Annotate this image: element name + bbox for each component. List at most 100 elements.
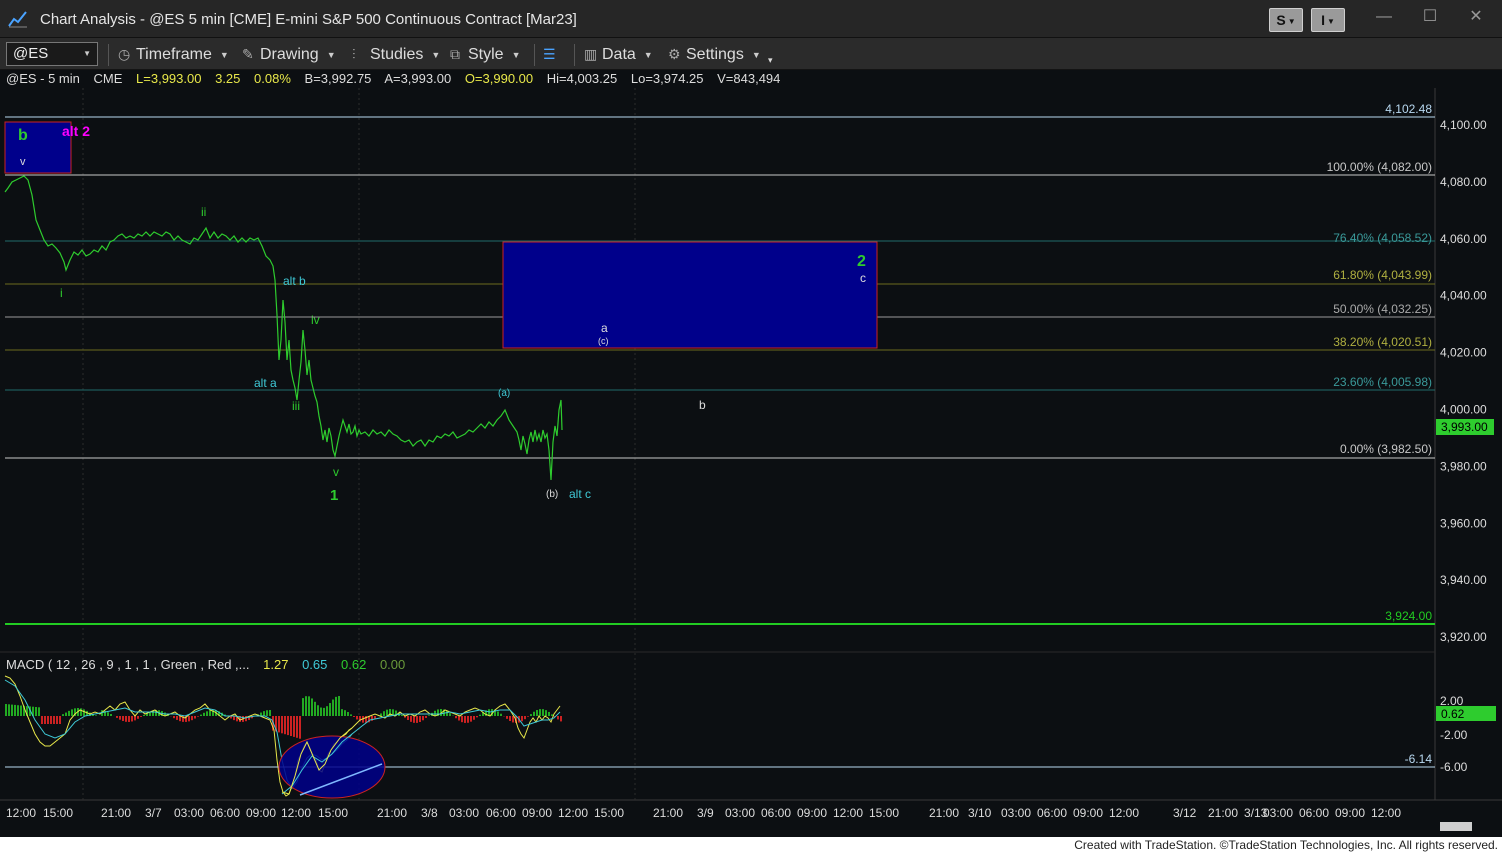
macd-histogram-bar: [200, 714, 202, 716]
macd-histogram-bar: [119, 716, 121, 720]
chevron-down-icon: ▼: [751, 50, 761, 60]
macd-histogram-bar: [521, 716, 523, 722]
toolbar-overflow-icon[interactable]: ▾: [768, 50, 773, 72]
macd-level-label: -6.14: [1405, 752, 1433, 766]
macd-histogram-bar: [548, 711, 550, 716]
time-axis-label: 3/8: [421, 806, 438, 820]
toolbar-separator: [574, 44, 575, 66]
macd-histogram-bar: [530, 714, 532, 716]
scrollbar-thumb[interactable]: [1440, 822, 1472, 831]
time-axis-label: 12:00: [281, 806, 311, 820]
wave-label-b-small: b: [699, 398, 706, 412]
support-label: 3,924.00: [1385, 609, 1432, 623]
macd-histogram-bar: [56, 716, 58, 724]
macd-histogram-bar: [296, 716, 298, 738]
wave-label-b-paren: (b): [546, 489, 558, 500]
time-axis-label: 03:00: [449, 806, 479, 820]
wave-label-iii: iii: [292, 399, 300, 413]
toolbar: @ES ▼ ◷ Timeframe ▼ ✎ Drawing ▼ ⫶ Studies ▼ ⧉ S…: [0, 38, 1502, 70]
macd-histogram-bar: [419, 716, 421, 723]
maximize-button[interactable]: ☐: [1415, 6, 1445, 28]
drawing-menu[interactable]: ✎ Drawing ▼: [242, 44, 336, 66]
price-axis: 4,100.00 4,080.00 4,060.00 4,040.00 4,020.00…: [1440, 118, 1487, 644]
price-axis-label: 4,000.00: [1440, 403, 1487, 417]
macd-histogram-bar: [116, 716, 118, 718]
time-axis-label: 3/9: [697, 806, 714, 820]
footer: Created with TradeStation. ©TradeStation…: [0, 837, 1502, 853]
macd-value-1: 1.27: [263, 657, 289, 672]
macd-title: MACD ( 12 , 26 , 9 , 1 , 1 , Green , Red…: [6, 657, 250, 672]
timeframe-menu[interactable]: ◷ Timeframe ▼: [118, 44, 229, 66]
macd-histogram-bar: [206, 711, 208, 716]
macd-value-4: 0.00: [379, 657, 406, 672]
wave-label-v-top: v: [20, 156, 26, 168]
macd-axis-minus6: -6.00: [1440, 760, 1468, 774]
wave-label-v: v: [333, 465, 339, 479]
macd-histogram-bar: [335, 696, 337, 716]
macd-histogram-bar: [41, 716, 43, 724]
macd-histogram: [5, 696, 562, 739]
fib-382-label: 38.20% (4,020.51): [1333, 335, 1432, 349]
i-button[interactable]: I ▼: [1311, 8, 1345, 32]
macd-histogram-bar: [11, 704, 13, 716]
macd-histogram-bar: [107, 712, 109, 716]
macd-histogram-bar: [95, 715, 97, 716]
wave-label-c: c: [860, 271, 866, 285]
time-axis-label: 09:00: [797, 806, 827, 820]
close-button[interactable]: ✕: [1461, 6, 1491, 28]
toolbar-separator: [534, 44, 535, 66]
chart-area[interactable]: @ES - 5 min CME L=3,993.00 3.25 0.08% B=…: [0, 70, 1502, 837]
macd-histogram-bar: [38, 707, 40, 716]
macd-histogram-bar: [47, 716, 49, 724]
settings-menu[interactable]: ⚙ Settings ▼: [668, 44, 761, 66]
chevron-down-icon: ▼: [431, 50, 441, 60]
wave-label-ii: ii: [201, 205, 206, 219]
macd-histogram-bar: [278, 716, 280, 733]
wave-label-c-paren: (c): [598, 336, 609, 346]
macd-histogram-bar: [71, 709, 73, 716]
macd-histogram-bar: [476, 716, 478, 718]
pencil-icon: ✎: [242, 46, 254, 62]
macd-histogram-bar: [110, 713, 112, 716]
layout-button[interactable]: ☰: [543, 44, 561, 66]
studies-menu[interactable]: ⫶ Studies ▼: [352, 44, 440, 66]
style-menu[interactable]: ⧉ Style ▼: [450, 44, 521, 66]
s-button[interactable]: S ▼: [1269, 8, 1303, 32]
macd-histogram-bar: [344, 710, 346, 716]
time-axis: 12:00 15:00 21:00 3/7 03:00 06:00 09:00 12:00 15…: [6, 806, 1401, 820]
macd-histogram-bar: [314, 701, 316, 716]
macd-histogram-bar: [560, 716, 562, 722]
macd-histogram-bar: [386, 709, 388, 716]
macd-histogram-bar: [176, 716, 178, 720]
data-menu[interactable]: ▥ Data ▼: [584, 44, 653, 66]
macd-histogram-bar: [383, 711, 385, 716]
minimize-button[interactable]: —: [1369, 6, 1399, 28]
macd-histogram-bar: [446, 710, 448, 716]
macd-histogram-bar: [128, 716, 130, 722]
wave-label-iv: iv: [311, 313, 320, 327]
macd-histogram-bar: [308, 696, 310, 716]
macd-histogram-bar: [197, 716, 199, 717]
macd-histogram-bar: [527, 716, 529, 717]
window-title: Chart Analysis - @ES 5 min [CME] E-mini …: [40, 11, 577, 28]
wave-label-alt-b: alt b: [283, 274, 306, 288]
macd-histogram-bar: [266, 710, 268, 716]
macd-histogram-bar: [467, 716, 469, 723]
target-zone-box[interactable]: [502, 241, 878, 349]
toolbar-separator: [108, 44, 109, 66]
price-axis-label: 4,040.00: [1440, 289, 1487, 303]
time-axis-label: 21:00: [653, 806, 683, 820]
macd-histogram-bar: [545, 710, 547, 716]
symbol-input[interactable]: @ES ▼: [6, 42, 98, 66]
macd-histogram-bar: [320, 707, 322, 716]
fib-236-label: 23.60% (4,005.98): [1333, 375, 1432, 389]
time-axis-label: 03:00: [1263, 806, 1293, 820]
macd-histogram-bar: [83, 709, 85, 716]
macd-histogram-bar: [53, 716, 55, 724]
macd-histogram-bar: [557, 716, 559, 720]
chevron-down-icon: ▼: [326, 50, 336, 60]
macd-histogram-bar: [326, 706, 328, 716]
macd-histogram-bar: [131, 716, 133, 722]
macd-divergence-ellipse[interactable]: [278, 735, 386, 799]
macd-value-2: 0.65: [302, 657, 328, 672]
